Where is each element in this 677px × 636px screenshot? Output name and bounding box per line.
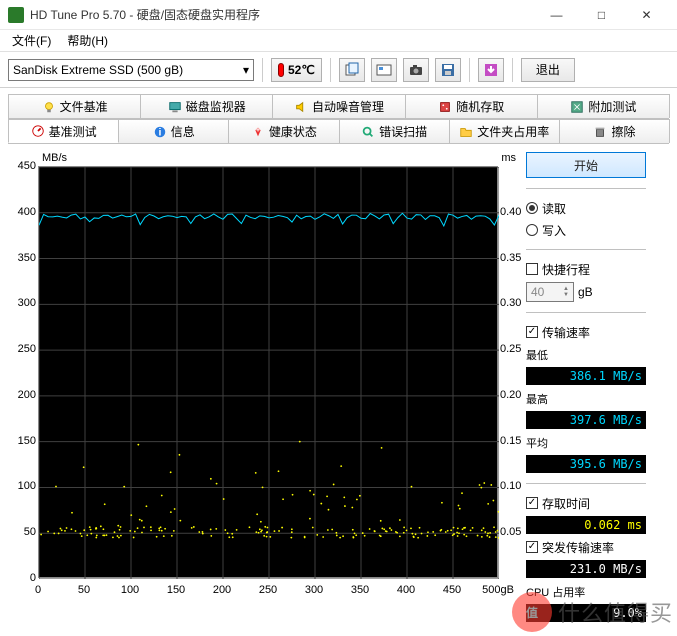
checkbox-checked-icon: ✓: [526, 326, 538, 338]
radio-icon: [526, 224, 538, 236]
separator: [526, 483, 646, 484]
start-button[interactable]: 开始: [526, 152, 646, 178]
y-axis-label: MB/s: [42, 152, 67, 164]
menu-file[interactable]: 文件(F): [4, 30, 59, 51]
watermark-icon: 值: [512, 592, 552, 632]
tab-磁盘监视器[interactable]: 磁盘监视器: [140, 94, 273, 118]
read-radio[interactable]: 读取: [526, 199, 646, 217]
access-time-checkbox[interactable]: ✓存取时间: [526, 494, 646, 512]
menu-help[interactable]: 帮助(H): [59, 30, 116, 51]
tab-文件基准[interactable]: 文件基准: [8, 94, 141, 118]
chevron-down-icon: ▾: [243, 63, 249, 77]
window-title: HD Tune Pro 5.70 - 硬盘/固态硬盘实用程序: [30, 6, 534, 23]
tab-文件夹占用率[interactable]: 文件夹占用率: [449, 119, 560, 143]
min-value: 386.1 MB/s: [526, 367, 646, 385]
watermark: 值 什么值得买: [512, 592, 673, 632]
thermometer-icon: [278, 63, 284, 77]
svg-text:i: i: [158, 126, 161, 138]
maximize-button[interactable]: □: [579, 1, 624, 29]
access-time-value: 0.062 ms: [526, 516, 646, 534]
save-button[interactable]: [435, 58, 461, 82]
watermark-text: 什么值得买: [558, 596, 673, 628]
short-stroke-unit: gB: [578, 285, 593, 299]
temperature-value: 52℃: [288, 63, 315, 77]
spinner-arrows-icon: ▲▼: [563, 286, 569, 298]
short-stroke-checkbox[interactable]: 快捷行程: [526, 260, 646, 278]
tab-基准测试[interactable]: 基准测试: [8, 119, 119, 143]
burst-rate-value: 231.0 MB/s: [526, 560, 646, 578]
checkbox-checked-icon: ✓: [526, 541, 538, 553]
max-value: 397.6 MB/s: [526, 411, 646, 429]
app-icon: [8, 7, 24, 23]
separator: [512, 58, 513, 82]
checkbox-checked-icon: ✓: [526, 497, 538, 509]
device-select-value: SanDisk Extreme SSD (500 gB): [13, 63, 183, 77]
separator: [526, 249, 646, 250]
separator: [469, 58, 470, 82]
tab-随机存取[interactable]: 随机存取: [405, 94, 538, 118]
benchmark-chart: MB/s ms 050100150200250300350400450 0.05…: [8, 152, 518, 602]
tab-健康状态[interactable]: 健康状态: [228, 119, 339, 143]
tab-错误扫描[interactable]: 错误扫描: [339, 119, 450, 143]
tab-信息[interactable]: i信息: [118, 119, 229, 143]
short-stroke-spinner[interactable]: 40▲▼: [526, 282, 574, 302]
tab-附加测试[interactable]: 附加测试: [537, 94, 670, 118]
copy-screenshot-button[interactable]: [371, 58, 397, 82]
options-button[interactable]: [478, 58, 504, 82]
exit-button[interactable]: 退出: [521, 58, 575, 82]
avg-value: 395.6 MB/s: [526, 455, 646, 473]
separator: [526, 188, 646, 189]
minimize-button[interactable]: ―: [534, 1, 579, 29]
separator: [262, 58, 263, 82]
device-select[interactable]: SanDisk Extreme SSD (500 gB) ▾: [8, 59, 254, 81]
temperature-display: 52℃: [271, 58, 322, 82]
transfer-rate-checkbox[interactable]: ✓传输速率: [526, 323, 646, 341]
write-radio[interactable]: 写入: [526, 221, 646, 239]
y2-axis-label: ms: [501, 152, 516, 164]
burst-rate-checkbox[interactable]: ✓突发传输速率: [526, 538, 646, 556]
copy-info-button[interactable]: [339, 58, 365, 82]
close-button[interactable]: ✕: [624, 1, 669, 29]
separator: [526, 312, 646, 313]
avg-label: 平均: [526, 435, 646, 451]
checkbox-icon: [526, 263, 538, 275]
tab-擦除[interactable]: 擦除: [559, 119, 670, 143]
radio-selected-icon: [526, 202, 538, 214]
tab-自动噪音管理[interactable]: 自动噪音管理: [272, 94, 405, 118]
separator: [330, 58, 331, 82]
min-label: 最低: [526, 347, 646, 363]
max-label: 最高: [526, 391, 646, 407]
screenshot-button[interactable]: [403, 58, 429, 82]
